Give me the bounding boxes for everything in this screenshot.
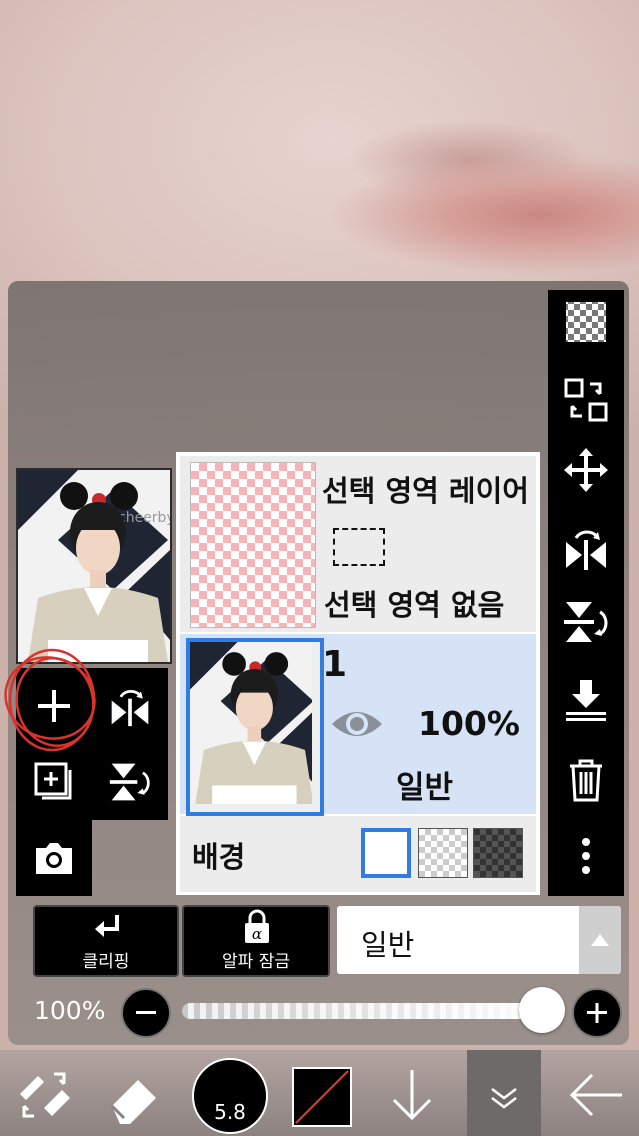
opacity-decrease-button[interactable] <box>121 988 171 1038</box>
clipping-icon <box>95 915 119 937</box>
background-white-swatch[interactable] <box>361 828 411 878</box>
opacity-increase-button[interactable] <box>572 988 622 1038</box>
no-color-slash-icon <box>295 1070 349 1124</box>
plus-icon <box>587 1003 607 1023</box>
chevron-double-down-icon <box>491 1088 517 1109</box>
layer-toolbar <box>548 290 624 896</box>
background-label: 배경 <box>192 840 246 874</box>
opacity-slider-track[interactable] <box>182 1003 562 1019</box>
more-icon[interactable] <box>548 826 624 886</box>
camera-icon <box>16 820 92 896</box>
clipping-button[interactable]: 클리핑 <box>33 905 179 977</box>
transparent-icon[interactable] <box>548 292 624 352</box>
layer-blend-mode: 일반 <box>396 770 454 806</box>
triangle-up-icon <box>591 934 609 946</box>
flip-vertical-icon[interactable] <box>548 592 624 652</box>
eye-icon[interactable] <box>330 702 384 746</box>
eraser-icon[interactable] <box>104 1066 166 1128</box>
trash-icon[interactable] <box>548 750 624 810</box>
tool-switch-icon[interactable] <box>14 1064 76 1126</box>
selection-marquee-icon <box>333 528 385 566</box>
camera-button[interactable] <box>16 820 92 896</box>
blend-mode-dropdown-arrow[interactable] <box>579 906 621 974</box>
brush-size-value: 5.8 <box>214 1100 246 1124</box>
annotation-scribble <box>4 648 96 752</box>
layer-1-thumbnail <box>186 638 324 816</box>
color-swatch-button[interactable] <box>292 1067 352 1127</box>
arrow-down-icon[interactable] <box>386 1064 438 1126</box>
blend-mode-value: 일반 <box>361 928 415 962</box>
layer-opacity: 100% <box>418 704 520 743</box>
opacity-label: 100% <box>34 996 106 1025</box>
merge-down-icon[interactable] <box>548 670 624 730</box>
alpha-lock-button[interactable]: α 알파 잠금 <box>182 905 330 977</box>
selection-status: 선택 영역 없음 <box>324 588 505 622</box>
move-icon[interactable] <box>548 440 624 500</box>
watermark-text: cheerby <box>118 510 170 526</box>
move-layer-icon[interactable] <box>548 370 624 430</box>
back-arrow-icon[interactable] <box>566 1068 626 1122</box>
selection-layer-title: 선택 영역 레이어 <box>322 474 529 508</box>
opacity-slider-thumb[interactable] <box>519 987 565 1033</box>
flip-horizontal-icon[interactable] <box>548 518 624 578</box>
lock-icon: α <box>245 909 269 943</box>
background-dark-swatch[interactable] <box>473 828 523 878</box>
minus-icon <box>136 1011 156 1014</box>
alpha-lock-label: 알파 잠금 <box>222 952 290 972</box>
collapse-panel-button[interactable] <box>467 1050 541 1136</box>
clipping-label: 클리핑 <box>82 952 130 972</box>
layer-number: 1 <box>322 644 348 685</box>
selection-layer-thumbnail <box>190 462 316 628</box>
svg-text:α: α <box>252 925 262 943</box>
background-transparent-swatch[interactable] <box>418 828 468 878</box>
brush-size-button[interactable]: 5.8 <box>192 1058 268 1134</box>
